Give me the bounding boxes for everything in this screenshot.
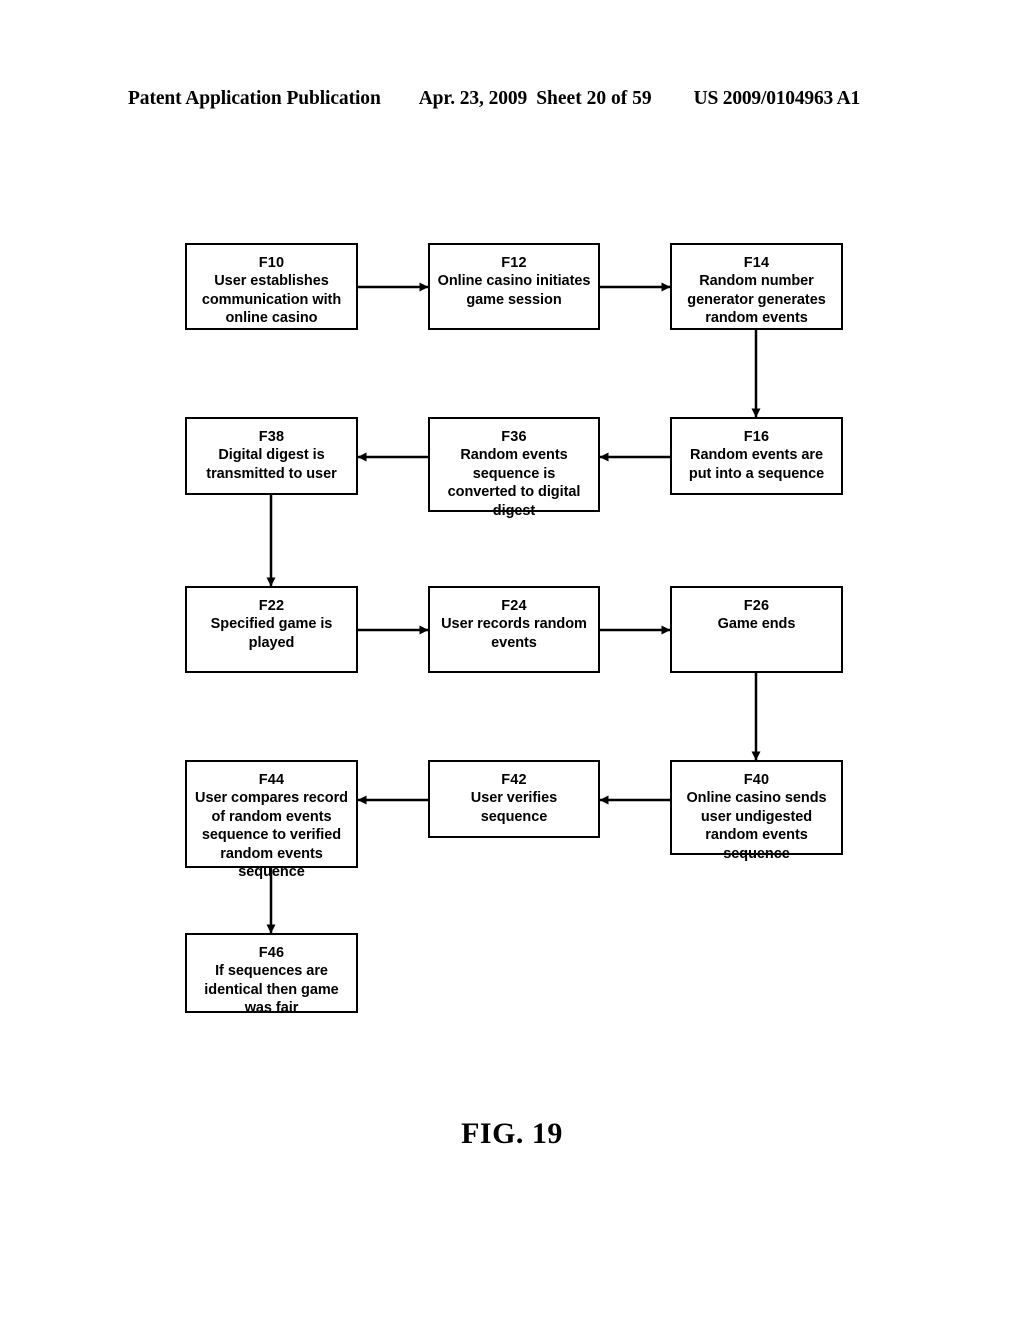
flowchart-node-f14: F14 Random number generator generates ran… <box>670 243 843 330</box>
flowchart-node-f10: F10 User establishes communication with o… <box>185 243 358 330</box>
node-description-text: User establishes communication with onli… <box>201 273 342 326</box>
flowchart-node-f22: F22 Specified game is played <box>185 586 358 673</box>
node-id-label: F14 <box>743 255 770 271</box>
flowchart-node-f40: F40 Online casino sends user undigested r… <box>670 760 843 862</box>
node-description-text: User compares record of random events se… <box>195 790 348 880</box>
node-description-text: If sequences are identical then game was… <box>204 963 339 1016</box>
flowchart-node-f38: F38 Digital digest is transmitted to user <box>185 417 358 495</box>
node-id-label: F10 <box>258 255 285 271</box>
flowchart-node-f16: F16 Random events are put into a sequence <box>670 417 843 495</box>
node-description-text: Digital digest is transmitted to user <box>206 447 337 482</box>
node-id-label: F46 <box>258 945 285 961</box>
node-description-text: Random events are put into a sequence <box>688 447 825 482</box>
patent-page: Patent Application Publication Apr. 23, … <box>0 0 1024 1320</box>
node-id-label: F16 <box>743 429 770 445</box>
flowchart-node-f24: F24 User records random events <box>428 586 600 673</box>
node-id-label: F22 <box>258 598 285 614</box>
flowchart-node-f46: F46 If sequences are identical then game … <box>185 933 358 1016</box>
node-id-label: F44 <box>258 772 285 788</box>
flowchart-node-f44: F44 User compares record of random events… <box>185 760 358 880</box>
node-description-text: Game ends <box>717 616 796 632</box>
node-id-label: F12 <box>501 255 527 271</box>
node-id-label: F24 <box>501 598 527 614</box>
node-description-text: Random number generator generates random… <box>687 273 826 326</box>
flowchart-node-f42: F42 User verifies sequence <box>428 760 600 838</box>
flowchart-node-f12: F12 Online casino initiates game session <box>428 243 600 330</box>
figure-caption: FIG. 19 <box>461 1117 563 1150</box>
node-description-text: Online casino initiates game session <box>437 273 591 308</box>
node-description-text: Specified game is played <box>210 616 333 651</box>
node-description-text: Random events sequence is converted to d… <box>447 447 581 519</box>
node-id-label: F42 <box>501 772 527 788</box>
node-description-text: User records random events <box>441 616 587 651</box>
flowchart-node-f36: F36 Random events sequence is converted t… <box>428 417 600 519</box>
node-id-label: F40 <box>743 772 770 788</box>
node-id-label: F38 <box>258 429 285 445</box>
flowchart-node-f26: F26 Game ends <box>670 586 843 673</box>
node-description-text: User verifies sequence <box>470 790 558 825</box>
node-id-label: F36 <box>501 429 527 445</box>
node-id-label: F26 <box>743 598 770 614</box>
node-description-text: Online casino sends user undigested rand… <box>686 790 827 862</box>
